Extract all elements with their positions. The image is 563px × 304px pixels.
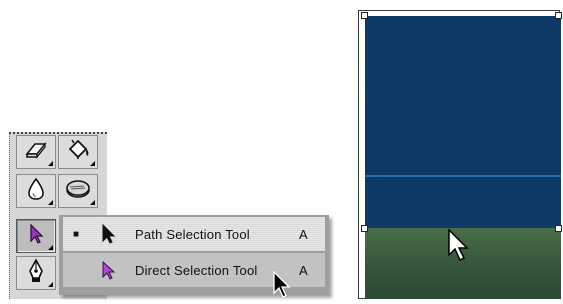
guide-line: [365, 175, 561, 177]
dodge-icon: [64, 177, 92, 206]
canvas-cursor-icon: [447, 228, 471, 268]
eraser-tool-button[interactable]: [16, 135, 56, 169]
selection-handle[interactable]: [555, 12, 562, 19]
paint-bucket-tool-button[interactable]: [58, 135, 98, 169]
mouse-cursor-icon: [272, 270, 292, 304]
purple-arrow-icon: [99, 259, 121, 281]
menu-item-label: Path Selection Tool: [135, 226, 250, 242]
pen-icon: [25, 257, 47, 289]
direct-selection-arrow-icon: [25, 222, 47, 251]
dodge-tool-button[interactable]: [58, 174, 98, 208]
flyout-indicator-icon: [48, 200, 53, 205]
selection-handle[interactable]: [361, 225, 368, 232]
pen-tool-button[interactable]: [16, 256, 56, 290]
black-arrow-icon: [99, 223, 121, 245]
selection-handle[interactable]: [361, 12, 368, 19]
selection-handle[interactable]: [555, 225, 562, 232]
checked-square-icon: ■: [73, 228, 80, 240]
selection-tool-button[interactable]: [16, 219, 56, 253]
blur-drop-icon: [25, 176, 47, 207]
palette-left-border: [9, 132, 10, 299]
eraser-icon: [23, 139, 49, 166]
flyout-indicator-icon: [48, 282, 53, 287]
flyout-indicator-icon: [48, 161, 53, 166]
flyout-indicator-icon: [48, 245, 53, 250]
flyout-indicator-icon: [90, 200, 95, 205]
menu-item-shortcut: A: [299, 226, 308, 242]
menu-item-shortcut: A: [299, 262, 308, 278]
blue-rectangle-shape[interactable]: [365, 16, 561, 228]
paint-bucket-icon: [64, 137, 92, 168]
flyout-indicator-icon: [90, 161, 95, 166]
blur-tool-button[interactable]: [16, 174, 56, 208]
menu-item-path-selection-tool[interactable]: ■ Path Selection Tool A: [63, 217, 325, 251]
palette-top-border: [9, 132, 107, 134]
